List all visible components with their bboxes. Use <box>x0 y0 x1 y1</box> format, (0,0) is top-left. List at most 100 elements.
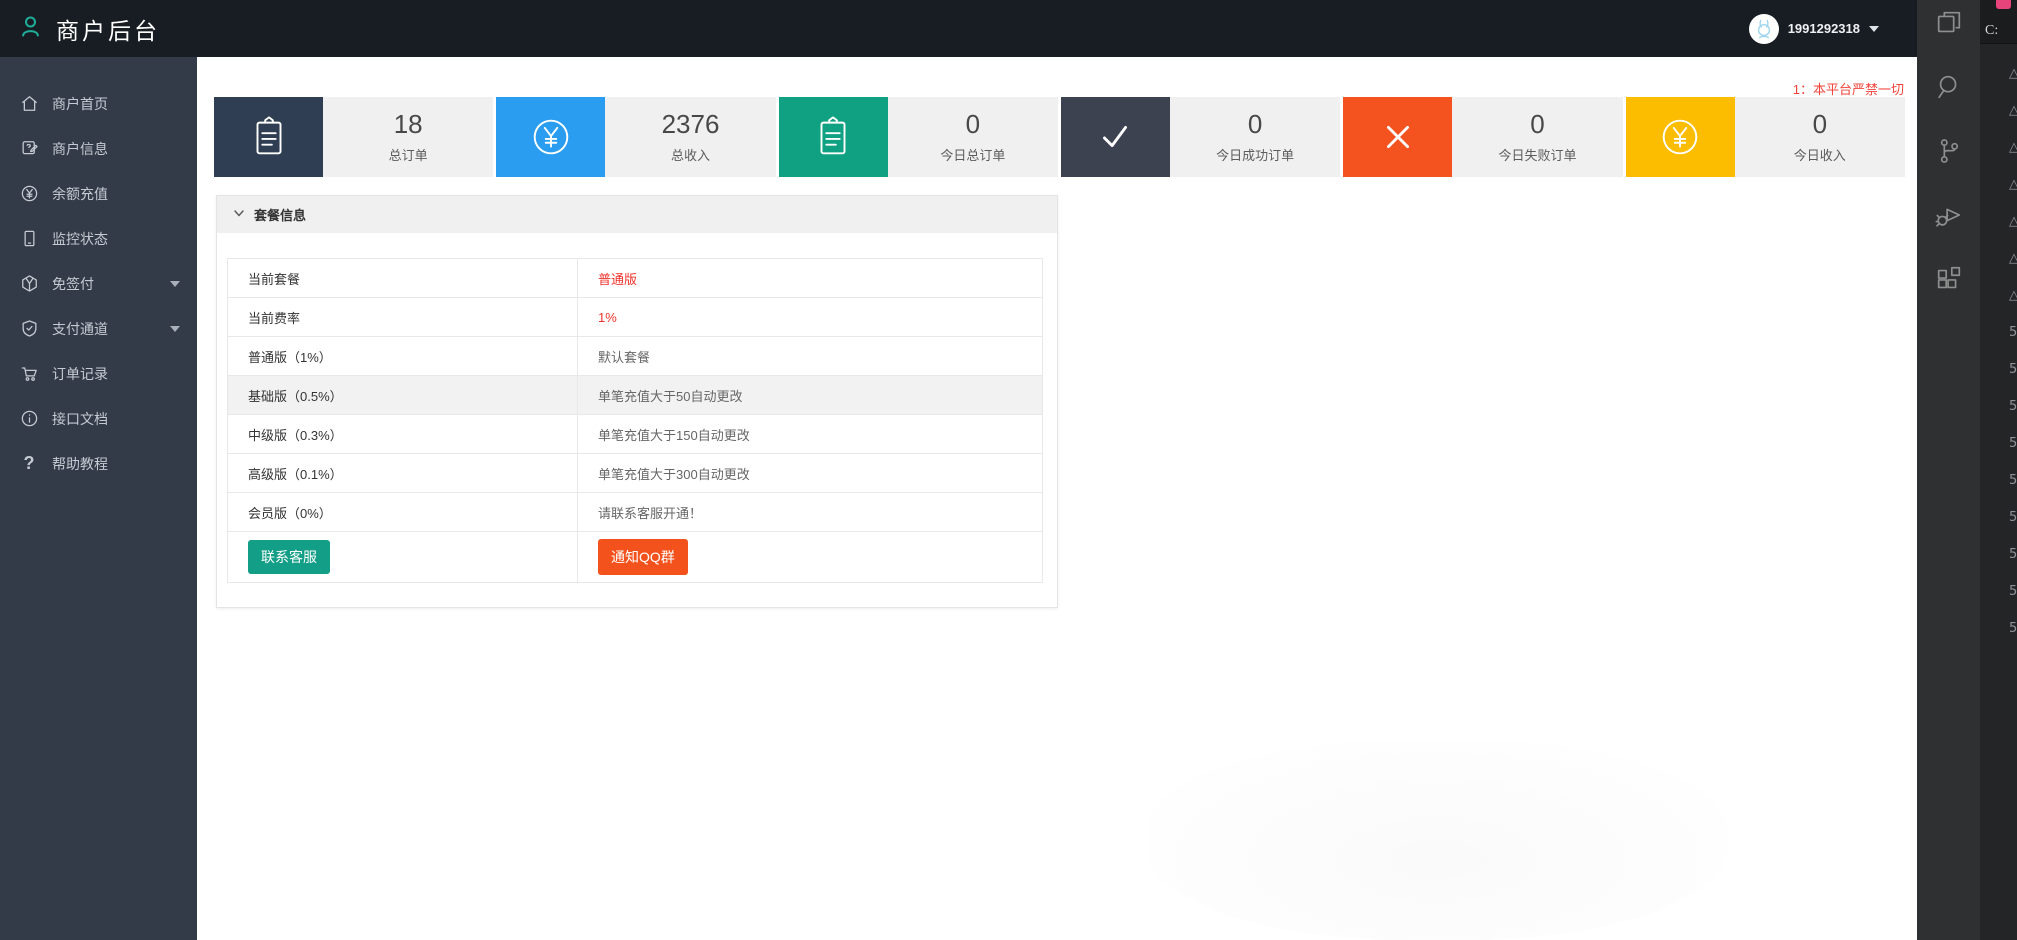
background-watermark <box>1147 740 1727 940</box>
question-icon: ? <box>19 454 39 474</box>
monitor-icon <box>19 229 39 249</box>
qq-group-button[interactable]: 通知QQ群 <box>598 539 688 575</box>
clipboard-icon <box>214 97 323 177</box>
shield-check-icon <box>19 319 39 339</box>
table-row: 普通版（1%） 默认套餐 <box>228 337 1042 376</box>
table-row: 当前套餐 普通版 <box>228 259 1042 298</box>
stat-label: 今日收入 <box>1794 145 1846 164</box>
stat-value: 2376 <box>662 111 720 137</box>
sidebar-item-label: 商户信息 <box>52 139 108 159</box>
app-title: 商户后台 <box>56 12 160 46</box>
sidebar-item-label: 商户首页 <box>52 94 108 114</box>
table-row: 中级版（0.3%） 单笔充值大于150自动更改 <box>228 415 1042 454</box>
extension-badge-icon <box>1996 0 2011 9</box>
sidebar-item-label: 免签付 <box>52 274 94 294</box>
row-name: 当前套餐 <box>228 259 578 297</box>
row-value: 单笔充值大于50自动更改 <box>578 376 1042 414</box>
merchant-info-icon <box>19 139 39 159</box>
user-menu[interactable]: 1991292318 <box>1749 14 1879 44</box>
sidebar-item-recharge[interactable]: 余额充值 <box>0 171 197 216</box>
avatar[interactable] <box>1749 14 1779 44</box>
screen: 商户后台 1991292318 商户首页 <box>0 0 2017 940</box>
chevron-down-icon <box>233 207 245 222</box>
sidebar-item-api-docs[interactable]: 接口文档 <box>0 396 197 441</box>
stat-label: 今日失败订单 <box>1498 145 1576 164</box>
row-name: 会员版（0%） <box>228 493 578 531</box>
table-row-actions: 联系客服 通知QQ群 <box>228 532 1042 582</box>
extensions-icon[interactable] <box>1932 262 1966 296</box>
chevron-down-icon <box>170 326 180 332</box>
stat-card-today-orders: 0 今日总订单 <box>779 97 1058 177</box>
table-row: 高级版（0.1%） 单笔充值大于300自动更改 <box>228 454 1042 493</box>
sidebar-item-label: 订单记录 <box>52 364 108 384</box>
yen-circle-icon <box>1626 97 1735 177</box>
sidebar-item-label: 支付通道 <box>52 319 108 339</box>
editor-drive-label: C: <box>1985 23 1998 39</box>
table-row: 当前费率 1% <box>228 298 1042 337</box>
row-name: 当前费率 <box>228 298 578 336</box>
cube-icon <box>19 274 39 294</box>
stat-value: 18 <box>394 111 423 137</box>
row-name: 普通版（1%） <box>228 337 578 375</box>
x-mark-icon <box>1343 97 1452 177</box>
yen-circle-icon <box>496 97 605 177</box>
stat-card-total-orders: 18 总订单 <box>214 97 493 177</box>
package-table: 当前套餐 普通版 当前费率 1% 普通版（1%） 默认套餐 基础版（0.5%） … <box>227 258 1043 583</box>
main-content: 1：本平台严禁一切 18 总订单 2376 总收入 <box>197 57 1917 940</box>
chevron-down-icon <box>170 281 180 287</box>
contact-support-button[interactable]: 联系客服 <box>248 540 330 574</box>
stat-cards: 18 总订单 2376 总收入 0 今日总订单 <box>214 97 1905 177</box>
row-value: 默认套餐 <box>578 337 1042 375</box>
stat-label: 总订单 <box>389 145 428 164</box>
row-name: 中级版（0.3%） <box>228 415 578 453</box>
table-row: 会员版（0%） 请联系客服开通！ <box>228 493 1042 532</box>
package-info-panel: 套餐信息 当前套餐 普通版 当前费率 1% 普通版（1%） 默认套餐 基础版（0… <box>216 195 1058 608</box>
stat-card-today-success: 0 今日成功订单 <box>1061 97 1340 177</box>
source-control-icon[interactable] <box>1932 134 1966 168</box>
username: 1991292318 <box>1788 21 1860 36</box>
stat-card-today-failed: 0 今日失败订单 <box>1343 97 1622 177</box>
row-value: 请联系客服开通！ <box>578 493 1042 531</box>
row-value: 1% <box>578 298 1042 336</box>
sidebar-item-label: 余额充值 <box>52 184 108 204</box>
package-panel-header[interactable]: 套餐信息 <box>217 196 1057 233</box>
vscode-tab-bar: C: <box>1980 0 2017 44</box>
sidebar-item-label: 帮助教程 <box>52 454 108 474</box>
stat-value: 0 <box>966 111 980 137</box>
row-name: 基础版（0.5%） <box>228 376 578 414</box>
sidebar-item-merchant-info[interactable]: 商户信息 <box>0 126 197 171</box>
sidebar-item-monitor[interactable]: 监控状态 <box>0 216 197 261</box>
sidebar-item-home[interactable]: 商户首页 <box>0 81 197 126</box>
sidebar-item-label: 接口文档 <box>52 409 108 429</box>
sidebar: 商户首页 商户信息 余额充值 监控状态 免签付 <box>0 57 197 940</box>
stat-label: 今日成功订单 <box>1216 145 1294 164</box>
stat-card-today-income: 0 今日收入 <box>1626 97 1905 177</box>
sidebar-item-order-records[interactable]: 订单记录 <box>0 351 197 396</box>
row-value: 单笔充值大于150自动更改 <box>578 415 1042 453</box>
stat-label: 今日总订单 <box>940 145 1005 164</box>
row-value: 单笔充值大于300自动更改 <box>578 454 1042 492</box>
editor-truncated-text: △ △ △ △ △ △ △ 5 5 5 5 5 5 5 5 5 <box>2009 55 2017 647</box>
vscode-activity-bar <box>1917 0 1980 940</box>
sidebar-item-payment-channel[interactable]: 支付通道 <box>0 306 197 351</box>
cart-icon <box>19 364 39 384</box>
stat-value: 0 <box>1813 111 1827 137</box>
stat-value: 0 <box>1248 111 1262 137</box>
platform-notice: 1：本平台严禁一切 <box>1793 79 1904 98</box>
top-navbar: 商户后台 1991292318 <box>0 0 1917 57</box>
search-icon[interactable] <box>1932 70 1966 104</box>
person-icon <box>17 13 44 45</box>
sidebar-item-nosign-pay[interactable]: 免签付 <box>0 261 197 306</box>
panel-title: 套餐信息 <box>254 205 306 224</box>
chevron-down-icon <box>1869 26 1879 32</box>
yen-circle-icon <box>19 184 39 204</box>
vscode-editor-sliver: C: △ △ △ △ △ △ △ 5 5 5 5 5 5 5 5 5 <box>1980 0 2017 940</box>
row-value: 普通版 <box>578 259 1042 297</box>
clipboard-icon <box>779 97 888 177</box>
app-logo: 商户后台 <box>17 12 160 46</box>
files-icon[interactable] <box>1932 6 1966 40</box>
sidebar-item-help[interactable]: ? 帮助教程 <box>0 441 197 486</box>
stat-value: 0 <box>1530 111 1544 137</box>
debug-icon[interactable] <box>1932 198 1966 232</box>
home-icon <box>19 94 39 114</box>
